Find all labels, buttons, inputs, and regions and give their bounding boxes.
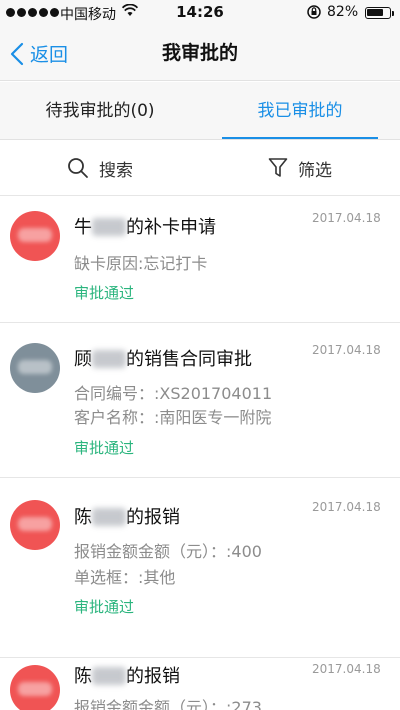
- blurred-name: [92, 667, 126, 685]
- item-date: 2017.04.18: [312, 343, 381, 357]
- item-title: 陈的报销: [74, 666, 180, 687]
- search-icon: [68, 158, 88, 178]
- list-item[interactable]: 陈的报销 2017.04.18 报销金额金额（元）：:400 单选框：:其他 审…: [0, 478, 400, 658]
- tab-pending-approval[interactable]: 待我审批的(0): [0, 82, 200, 139]
- status-badge: 审批通过: [74, 598, 135, 616]
- avatar: [10, 211, 60, 261]
- item-detail: 客户名称：:南阳医专一附院: [74, 408, 272, 427]
- back-button[interactable]: 返回: [10, 26, 68, 81]
- search-label: 搜索: [99, 160, 133, 181]
- approval-list: 牛的补卡申请 2017.04.18 缺卡原因:忘记打卡 审批通过 顾的销售合同审…: [0, 197, 400, 710]
- avatar: [10, 665, 60, 710]
- item-date: 2017.04.18: [312, 500, 381, 514]
- filter-label: 筛选: [298, 160, 332, 181]
- item-title: 顾的销售合同审批: [74, 349, 252, 370]
- status-badge: 审批通过: [74, 284, 135, 302]
- item-detail: 合同编号：:XS201704011: [74, 384, 273, 403]
- status-bar: 中国移动 14:26 82%: [0, 0, 400, 26]
- avatar: [10, 343, 60, 393]
- list-item[interactable]: 陈的报销 2017.04.18 报销金额金额（元）：:273: [0, 658, 400, 710]
- filter-icon: [268, 158, 288, 177]
- back-label: 返回: [30, 44, 69, 66]
- blurred-name: [92, 508, 126, 526]
- tab-bar: 待我审批的(0) 我已审批的: [0, 82, 400, 140]
- item-date: 2017.04.18: [312, 662, 381, 676]
- navigation-bar: 我审批的 返回: [0, 26, 400, 81]
- item-date: 2017.04.18: [312, 211, 381, 225]
- battery-icon: [365, 7, 394, 19]
- chevron-left-icon: [10, 42, 24, 65]
- battery-percentage: 82%: [327, 4, 359, 20]
- toolbar: 搜索 筛选: [0, 141, 400, 196]
- filter-button[interactable]: 筛选: [200, 141, 400, 195]
- battery-fill: [367, 9, 383, 16]
- rotation-lock-icon: [306, 4, 322, 24]
- tab-approved-by-me[interactable]: 我已审批的: [200, 82, 400, 139]
- status-badge: 审批通过: [74, 439, 135, 457]
- search-button[interactable]: 搜索: [0, 141, 200, 195]
- item-detail: 单选框：:其他: [74, 568, 176, 587]
- list-item[interactable]: 顾的销售合同审批 2017.04.18 合同编号：:XS201704011 客户…: [0, 323, 400, 478]
- item-title: 陈的报销: [74, 507, 180, 528]
- item-detail: 缺卡原因:忘记打卡: [74, 254, 208, 273]
- list-item[interactable]: 牛的补卡申请 2017.04.18 缺卡原因:忘记打卡 审批通过: [0, 197, 400, 323]
- blurred-name: [92, 350, 126, 368]
- item-title: 牛的补卡申请: [74, 217, 216, 238]
- item-detail: 报销金额金额（元）：:400: [74, 542, 262, 561]
- blurred-name: [92, 218, 126, 236]
- avatar: [10, 500, 60, 550]
- item-detail: 报销金额金额（元）：:273: [74, 698, 262, 710]
